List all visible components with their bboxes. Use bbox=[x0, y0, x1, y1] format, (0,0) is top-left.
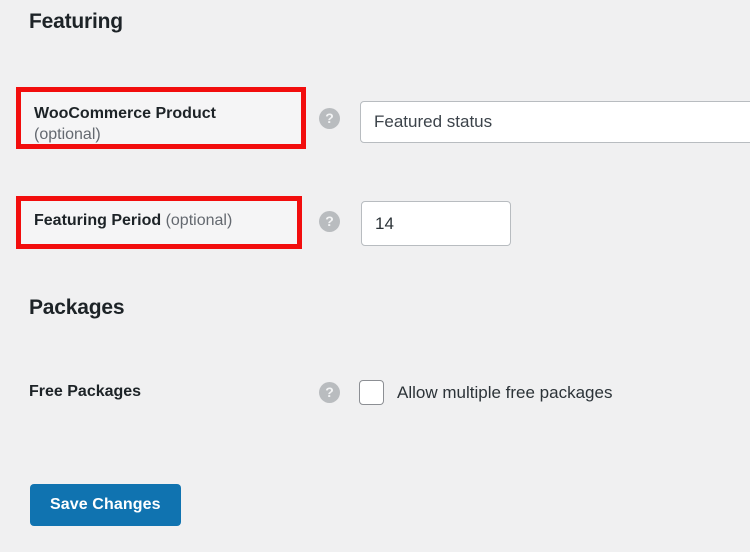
section-heading-featuring: Featuring bbox=[29, 10, 123, 33]
input-featuring-period[interactable]: 14 bbox=[361, 201, 511, 246]
label-featuring-period-optional: (optional) bbox=[165, 212, 233, 229]
label-free-packages-main: Free Packages bbox=[29, 383, 142, 400]
checkbox-allow-multiple-free-packages-label[interactable]: Allow multiple free packages bbox=[397, 383, 612, 403]
label-featuring-period: Featuring Period (optional) bbox=[21, 201, 297, 244]
help-question-mark-icon-free-packages[interactable]: ? bbox=[319, 382, 340, 403]
annotation-box-featuring-period: Featuring Period (optional) bbox=[16, 196, 302, 249]
label-featuring-period-main: Featuring Period bbox=[34, 212, 162, 229]
save-changes-button[interactable]: Save Changes bbox=[30, 484, 181, 526]
select-featured-status[interactable]: Featured status bbox=[360, 101, 750, 143]
label-woocommerce-product: WooCommerce Product (optional) bbox=[21, 92, 301, 158]
section-heading-packages: Packages bbox=[29, 296, 125, 319]
help-question-mark-icon-woocommerce-product[interactable]: ? bbox=[319, 108, 340, 129]
checkbox-allow-multiple-free-packages[interactable] bbox=[359, 380, 384, 405]
help-question-mark-icon-featuring-period[interactable]: ? bbox=[319, 211, 340, 232]
label-woocommerce-product-optional: (optional) bbox=[34, 125, 101, 143]
checkbox-allow-multiple-free-packages-wrap: Allow multiple free packages bbox=[359, 380, 612, 405]
annotation-box-woocommerce-product: WooCommerce Product (optional) bbox=[16, 87, 306, 149]
label-woocommerce-product-main: WooCommerce Product bbox=[34, 105, 216, 122]
label-free-packages: Free Packages bbox=[29, 382, 141, 403]
settings-page: Featuring WooCommerce Product (optional)… bbox=[0, 0, 750, 552]
